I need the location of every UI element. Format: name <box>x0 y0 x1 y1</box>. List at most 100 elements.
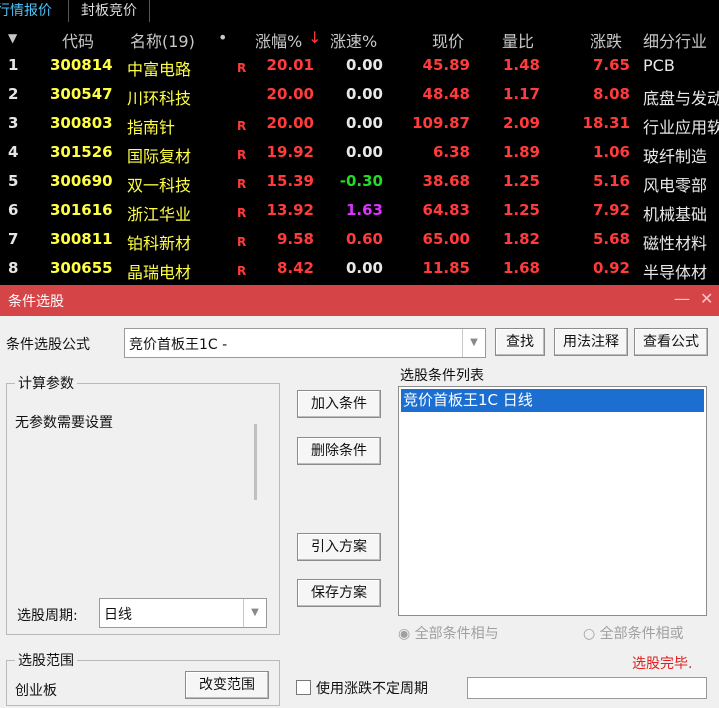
volume-ratio: 1.68 <box>502 259 540 277</box>
industry: 行业应用软 <box>643 118 719 137</box>
price-change: 7.92 <box>592 201 630 219</box>
table-row[interactable]: 4 301526 国际复材 R 19.92 0.00 6.38 1.89 1.06 玻纤制造 <box>0 139 719 168</box>
params-scrollbar[interactable] <box>251 402 261 562</box>
r-flag: R <box>237 264 247 278</box>
table-row[interactable]: 7 300811 铂科新材 R 9.58 0.60 65.00 1.82 5.68 磁性材料 <box>0 226 719 255</box>
period-value: 日线 <box>104 607 132 623</box>
change-pct: 20.00 <box>266 114 314 132</box>
period-label: 选股周期: <box>17 608 78 624</box>
view-formula-button[interactable]: 查看公式 <box>634 328 708 356</box>
price-change: 1.06 <box>592 143 630 161</box>
table-row[interactable]: 5 300690 双一科技 R 15.39 -0.30 38.68 1.25 5.16 风电零部 <box>0 168 719 197</box>
table-row[interactable]: 6 301616 浙江华业 R 13.92 1.63 64.83 1.25 7.92 机械基础 <box>0 197 719 226</box>
dialog-title: 条件选股 <box>8 294 64 310</box>
conditions-list[interactable]: 竞价首板王1C 日线 <box>398 386 707 616</box>
variable-period-field[interactable] <box>467 677 707 699</box>
change-pct: 8.42 <box>276 259 314 277</box>
current-price: 38.68 <box>422 172 470 190</box>
price-change: 18.31 <box>582 114 630 132</box>
import-plan-button[interactable]: 引入方案 <box>297 533 381 561</box>
change-pct: 15.39 <box>266 172 314 190</box>
speed-pct: 0.60 <box>345 230 383 248</box>
stock-name: 中富电路 <box>127 60 192 79</box>
status-text: 选股完毕. <box>632 656 693 672</box>
change-scope-button[interactable]: 改变范围 <box>185 671 269 699</box>
header-pct[interactable]: 涨幅% <box>255 28 302 52</box>
variable-period-checkbox[interactable] <box>296 680 311 695</box>
row-index: 6 <box>8 201 19 219</box>
industry: PCB <box>643 56 675 75</box>
radio-or[interactable]: ○ 全部条件相或 <box>583 623 684 643</box>
radio-and[interactable]: ◉ 全部条件相与 <box>398 623 499 643</box>
stock-name: 川环科技 <box>127 89 192 108</box>
current-price: 109.87 <box>412 114 470 132</box>
stock-name: 晶瑞电材 <box>127 263 192 282</box>
find-button[interactable]: 查找 <box>495 328 545 356</box>
current-price: 48.48 <box>422 85 470 103</box>
stock-code: 300547 <box>50 85 113 103</box>
delete-condition-button[interactable]: 删除条件 <box>297 437 381 465</box>
add-condition-button[interactable]: 加入条件 <box>297 390 381 418</box>
industry: 半导体材 <box>643 263 708 282</box>
header-price[interactable]: 现价 <box>432 28 464 52</box>
stock-name: 国际复材 <box>127 147 192 166</box>
header-industry[interactable]: 细分行业 <box>643 28 707 52</box>
header-name[interactable]: 名称(19) <box>130 28 195 52</box>
price-change: 7.65 <box>592 56 630 74</box>
chevron-down-icon[interactable]: ▼ <box>462 329 485 357</box>
stock-name: 指南针 <box>127 118 176 137</box>
tab-quotes[interactable]: 行情报价 <box>0 0 64 24</box>
stock-code: 300803 <box>50 114 113 132</box>
close-icon[interactable]: ✕ <box>700 289 713 308</box>
speed-pct: 1.63 <box>345 201 383 219</box>
current-price: 64.83 <box>422 201 470 219</box>
chevron-down-icon[interactable]: ▼ <box>243 599 266 627</box>
table-header: ▼ 代码 名称(19) • 涨幅% ↓ 涨速% 现价 量比 涨跌 细分行业 <box>0 22 719 52</box>
formula-select[interactable]: 竞价首板王1C - ▼ <box>124 328 486 358</box>
price-change: 5.16 <box>592 172 630 190</box>
sort-menu-icon[interactable]: ▼ <box>8 31 17 45</box>
radio-or-label: 全部条件相或 <box>599 626 684 642</box>
usage-notes-button[interactable]: 用法注释 <box>554 328 628 356</box>
industry: 机械基础 <box>643 205 708 224</box>
stock-name: 双一科技 <box>127 176 192 195</box>
table-row[interactable]: 1 300814 中富电路 R 20.01 0.00 45.89 1.48 7.65 PCB <box>0 52 719 81</box>
industry: 风电零部 <box>643 176 708 195</box>
conditions-label: 选股条件列表 <box>400 368 484 384</box>
header-code[interactable]: 代码 <box>62 28 94 52</box>
params-scroll-thumb[interactable] <box>254 424 257 500</box>
industry: 底盘与发动 <box>643 89 719 108</box>
formula-label: 条件选股公式 <box>6 337 90 353</box>
minimize-icon[interactable]: — <box>674 289 690 308</box>
table-row[interactable]: 8 300655 晶瑞电材 R 8.42 0.00 11.85 1.68 0.92 半导体材 <box>0 255 719 284</box>
r-flag: R <box>237 61 247 75</box>
params-legend: 计算参数 <box>15 373 77 393</box>
change-pct: 9.58 <box>276 230 314 248</box>
period-select[interactable]: 日线 ▼ <box>99 598 267 628</box>
list-item[interactable]: 竞价首板王1C 日线 <box>401 389 704 412</box>
params-text: 无参数需要设置 <box>15 415 113 431</box>
tab-bar: 行情报价 封板竞价 <box>0 0 719 24</box>
formula-value: 竞价首板王1C - <box>129 337 228 353</box>
r-flag: R <box>237 206 247 220</box>
header-speed[interactable]: 涨速% <box>330 28 377 52</box>
header-change[interactable]: 涨跌 <box>590 28 622 52</box>
row-index: 1 <box>8 56 19 74</box>
r-flag: R <box>237 148 247 162</box>
volume-ratio: 1.89 <box>502 143 540 161</box>
row-index: 4 <box>8 143 19 161</box>
sort-desc-icon: ↓ <box>308 28 322 47</box>
industry: 磁性材料 <box>643 234 708 253</box>
table-row[interactable]: 2 300547 川环科技 20.00 0.00 48.48 1.17 8.08 底盘与发动 <box>0 81 719 110</box>
change-pct: 20.00 <box>266 85 314 103</box>
scope-legend: 选股范围 <box>15 650 77 670</box>
table-row[interactable]: 3 300803 指南针 R 20.00 0.00 109.87 2.09 18.31 行业应用软 <box>0 110 719 139</box>
stock-name: 浙江华业 <box>127 205 192 224</box>
price-change: 5.68 <box>592 230 630 248</box>
volume-ratio: 1.82 <box>502 230 540 248</box>
save-plan-button[interactable]: 保存方案 <box>297 579 381 607</box>
tab-limit-auction[interactable]: 封板竞价 <box>68 0 150 22</box>
speed-pct: 0.00 <box>345 259 383 277</box>
dialog-titlebar[interactable]: 条件选股 — ✕ <box>0 285 719 316</box>
header-vol-ratio[interactable]: 量比 <box>502 28 534 52</box>
